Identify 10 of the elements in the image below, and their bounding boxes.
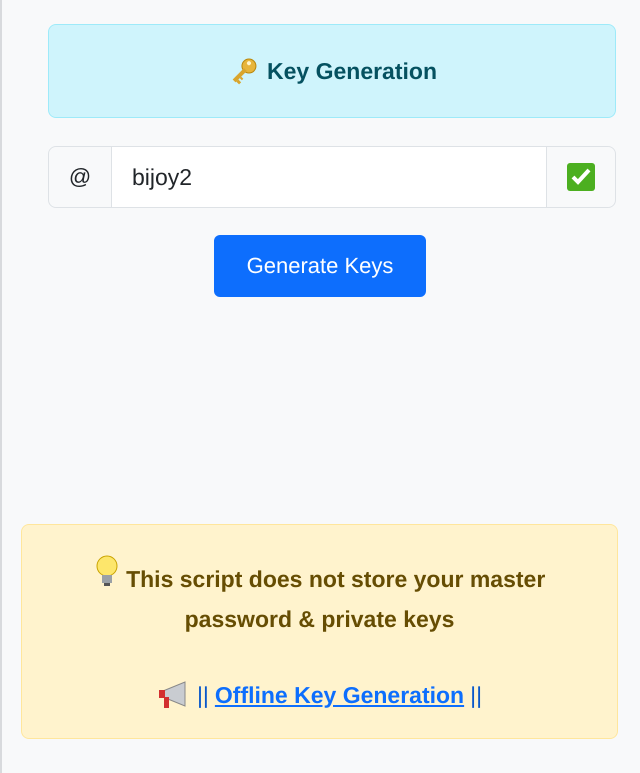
page-title: Key Generation <box>267 58 437 84</box>
link-separator: || <box>470 682 482 708</box>
lightbulb-icon <box>94 555 120 587</box>
at-prefix: @ <box>48 146 112 208</box>
notice-text: This script does not store your master password & private keys <box>62 555 577 639</box>
username-field[interactable]: bijoy2 <box>112 146 546 208</box>
link-separator: || <box>196 682 209 708</box>
offline-key-generation-link[interactable]: Offline Key Generation <box>214 682 464 708</box>
generate-keys-button[interactable]: Generate Keys <box>214 235 426 297</box>
check-icon <box>566 162 596 192</box>
